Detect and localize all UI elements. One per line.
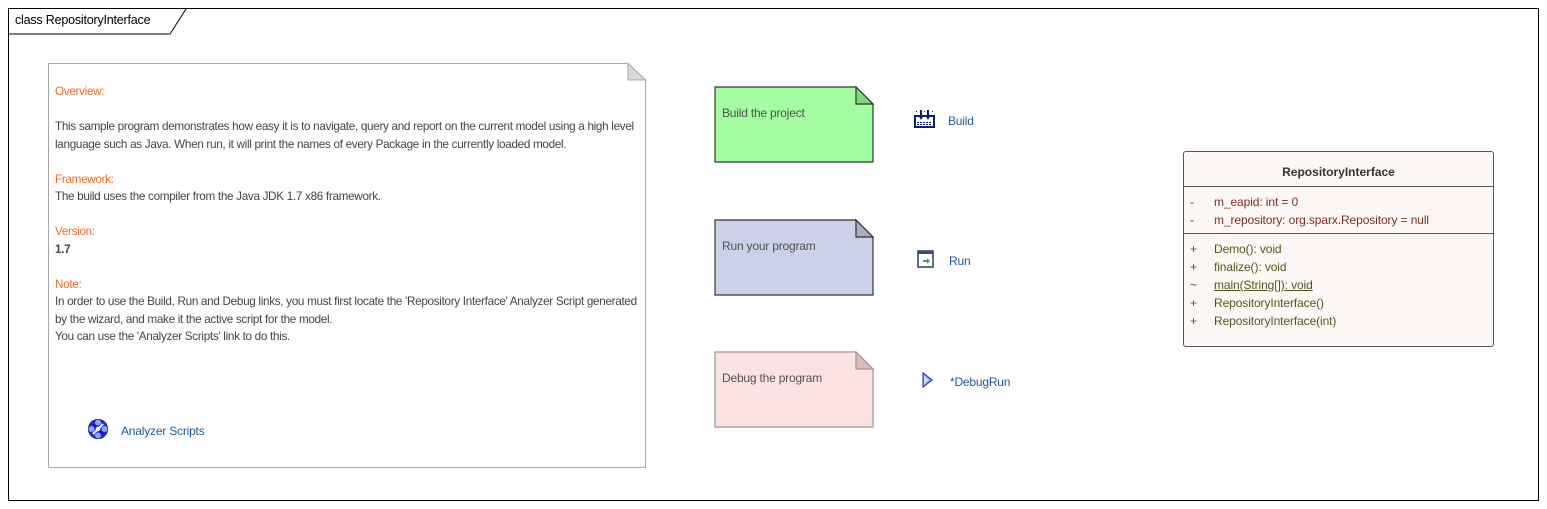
note-shape: [714, 218, 875, 296]
debug-run-icon: [922, 371, 934, 391]
analyzer-scripts-label[interactable]: Analyzer Scripts: [121, 424, 205, 438]
build-note-text: Build the project: [722, 106, 805, 120]
operation-text: finalize(): void: [1214, 260, 1287, 274]
analyzer-scripts-icon: [87, 418, 109, 443]
note-shape: [714, 350, 875, 428]
build-label[interactable]: Build: [948, 114, 974, 128]
class-repositoryinterface[interactable]: RepositoryInterface - m_eapid: int = 0 -…: [1183, 151, 1494, 347]
analyzer-scripts-link[interactable]: Analyzer Scripts: [87, 418, 205, 443]
operation-text: RepositoryInterface(int): [1214, 314, 1337, 328]
debug-note[interactable]: Debug the program: [714, 350, 875, 428]
build-link[interactable]: Build: [914, 110, 974, 131]
class-name: RepositoryInterface: [1184, 152, 1493, 187]
attributes-compartment: - m_eapid: int = 0 - m_repository: org.s…: [1184, 187, 1493, 234]
run-icon: [917, 250, 935, 271]
build-icon: [914, 110, 936, 131]
note-text: In order to use the Build, Run and Debug…: [55, 295, 637, 326]
operation-row[interactable]: + Demo(): void: [1184, 240, 1493, 258]
debug-run-link[interactable]: *DebugRun: [922, 371, 1010, 391]
note-text-2: You can use the 'Analyzer Scripts' link …: [55, 330, 290, 343]
operation-text: Demo(): void: [1214, 242, 1282, 256]
attribute-text: m_repository: org.sparx.Repository = nul…: [1214, 213, 1429, 227]
operations-compartment: + Demo(): void + finalize(): void ~ main…: [1184, 234, 1493, 330]
operation-row[interactable]: + RepositoryInterface(): [1184, 294, 1493, 312]
overview-heading: Overview:: [55, 85, 105, 98]
overview-content: Overview: This sample program demonstrat…: [55, 83, 640, 346]
overview-text: This sample program demonstrates how eas…: [55, 120, 634, 151]
run-label[interactable]: Run: [949, 254, 971, 268]
visibility-marker: -: [1190, 213, 1194, 227]
visibility-marker: +: [1190, 260, 1197, 274]
visibility-marker: +: [1190, 242, 1197, 256]
operation-row-static[interactable]: ~ main(String[]): void: [1184, 276, 1493, 294]
operation-text: main(String[]): void: [1214, 278, 1313, 292]
note-shape: [714, 85, 875, 163]
build-note[interactable]: Build the project: [714, 85, 875, 163]
framework-heading: Framework:: [55, 172, 114, 186]
operation-row[interactable]: + finalize(): void: [1184, 258, 1493, 276]
version-text: 1.7: [55, 242, 71, 256]
debug-run-label[interactable]: *DebugRun: [950, 375, 1010, 389]
note-heading: Note:: [55, 277, 82, 291]
operation-row[interactable]: + RepositoryInterface(int): [1184, 312, 1493, 330]
operation-text: RepositoryInterface(): [1214, 296, 1324, 310]
attribute-row[interactable]: - m_eapid: int = 0: [1184, 193, 1493, 211]
run-note-text: Run your program: [722, 239, 816, 253]
run-note[interactable]: Run your program: [714, 218, 875, 296]
visibility-marker: +: [1190, 314, 1197, 328]
version-heading: Version:: [55, 225, 95, 238]
visibility-marker: -: [1190, 195, 1194, 209]
visibility-marker: ~: [1190, 278, 1197, 292]
debug-note-text: Debug the program: [722, 371, 822, 385]
framework-text: The build uses the compiler from the Jav…: [55, 190, 381, 203]
attribute-text: m_eapid: int = 0: [1214, 195, 1299, 209]
attribute-row[interactable]: - m_repository: org.sparx.Repository = n…: [1184, 211, 1493, 229]
run-link[interactable]: Run: [917, 250, 971, 271]
overview-note[interactable]: Overview: This sample program demonstrat…: [48, 62, 647, 468]
visibility-marker: +: [1190, 296, 1197, 310]
frame-title: class RepositoryInterface: [15, 13, 151, 27]
